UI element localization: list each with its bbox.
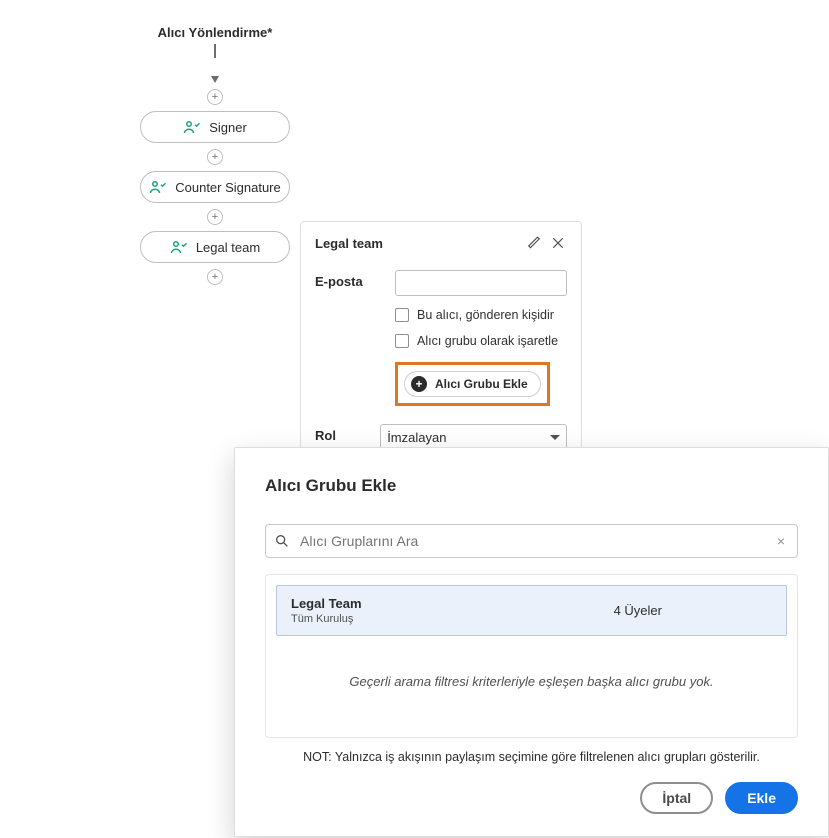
search-input[interactable] <box>298 532 765 550</box>
add-button-label: Ekle <box>747 790 776 806</box>
flow-node-label: Signer <box>209 120 247 135</box>
sender-checkbox[interactable] <box>395 308 409 322</box>
arrow-down-icon <box>211 76 219 83</box>
mark-group-checkbox-row: Alıcı grubu olarak işaretle <box>395 334 567 348</box>
required-asterisk: * <box>267 25 272 40</box>
chevron-down-icon <box>550 435 560 440</box>
add-group-highlight: + Alıcı Grubu Ekle <box>395 362 550 406</box>
recipient-routing-flow: Alıcı Yönlendirme* + Signer + Counter Si… <box>140 25 290 291</box>
panel-title: Legal team <box>315 236 519 251</box>
flow-title: Alıcı Yönlendirme* <box>158 25 273 40</box>
no-more-results: Geçerli arama filtresi kriterleriyle eşl… <box>266 674 797 689</box>
email-row: E-posta Bu alıcı, gönderen kişidir Alıcı… <box>315 270 567 406</box>
add-recipient-group-modal: Alıcı Grubu Ekle × Legal Team Tüm Kurulu… <box>234 447 829 837</box>
flow-title-text: Alıcı Yönlendirme <box>158 25 268 40</box>
panel-header: Legal team <box>315 234 567 252</box>
add-node-button[interactable]: + <box>207 269 223 285</box>
results-list: Legal Team Tüm Kuruluş 4 Üyeler Geçerli … <box>265 574 798 738</box>
sender-checkbox-label: Bu alıcı, gönderen kişidir <box>417 308 554 322</box>
email-input[interactable] <box>395 270 567 296</box>
add-recipient-group-label: Alıcı Grubu Ekle <box>435 377 528 391</box>
role-select-value: İmzalayan <box>387 430 446 445</box>
mark-group-checkbox-label: Alıcı grubu olarak işaretle <box>417 334 558 348</box>
clear-search-icon[interactable]: × <box>773 533 789 549</box>
search-icon <box>274 533 290 549</box>
search-field[interactable]: × <box>265 524 798 558</box>
result-name: Legal Team <box>291 596 362 611</box>
modal-actions: İptal Ekle <box>265 782 798 814</box>
mark-group-checkbox[interactable] <box>395 334 409 348</box>
cancel-button-label: İptal <box>662 790 691 806</box>
add-node-button[interactable]: + <box>207 149 223 165</box>
flow-connector <box>214 44 216 58</box>
close-icon[interactable] <box>549 234 567 252</box>
flow-node-label: Legal team <box>196 240 260 255</box>
result-scope: Tüm Kuruluş <box>291 613 362 625</box>
add-recipient-group-button[interactable]: + Alıcı Grubu Ekle <box>404 371 541 397</box>
add-button[interactable]: Ekle <box>725 782 798 814</box>
signer-icon <box>170 240 188 254</box>
signer-icon <box>149 180 167 194</box>
plus-circle-icon: + <box>411 376 427 392</box>
flow-node-signer[interactable]: Signer <box>140 111 290 143</box>
filter-note: NOT: Yalnızca iş akışının paylaşım seçim… <box>265 750 798 764</box>
cancel-button[interactable]: İptal <box>640 782 713 814</box>
add-node-button[interactable]: + <box>207 89 223 105</box>
flow-node-label: Counter Signature <box>175 180 281 195</box>
result-row[interactable]: Legal Team Tüm Kuruluş 4 Üyeler <box>276 585 787 636</box>
signer-icon <box>183 120 201 134</box>
edit-icon[interactable] <box>525 234 543 252</box>
sender-checkbox-row: Bu alıcı, gönderen kişidir <box>395 308 567 322</box>
modal-title: Alıcı Grubu Ekle <box>265 476 798 496</box>
flow-node-counter-signature[interactable]: Counter Signature <box>140 171 290 203</box>
email-label: E-posta <box>315 270 395 406</box>
result-members: 4 Üyeler <box>614 603 662 618</box>
flow-node-legal-team[interactable]: Legal team <box>140 231 290 263</box>
add-node-button[interactable]: + <box>207 209 223 225</box>
